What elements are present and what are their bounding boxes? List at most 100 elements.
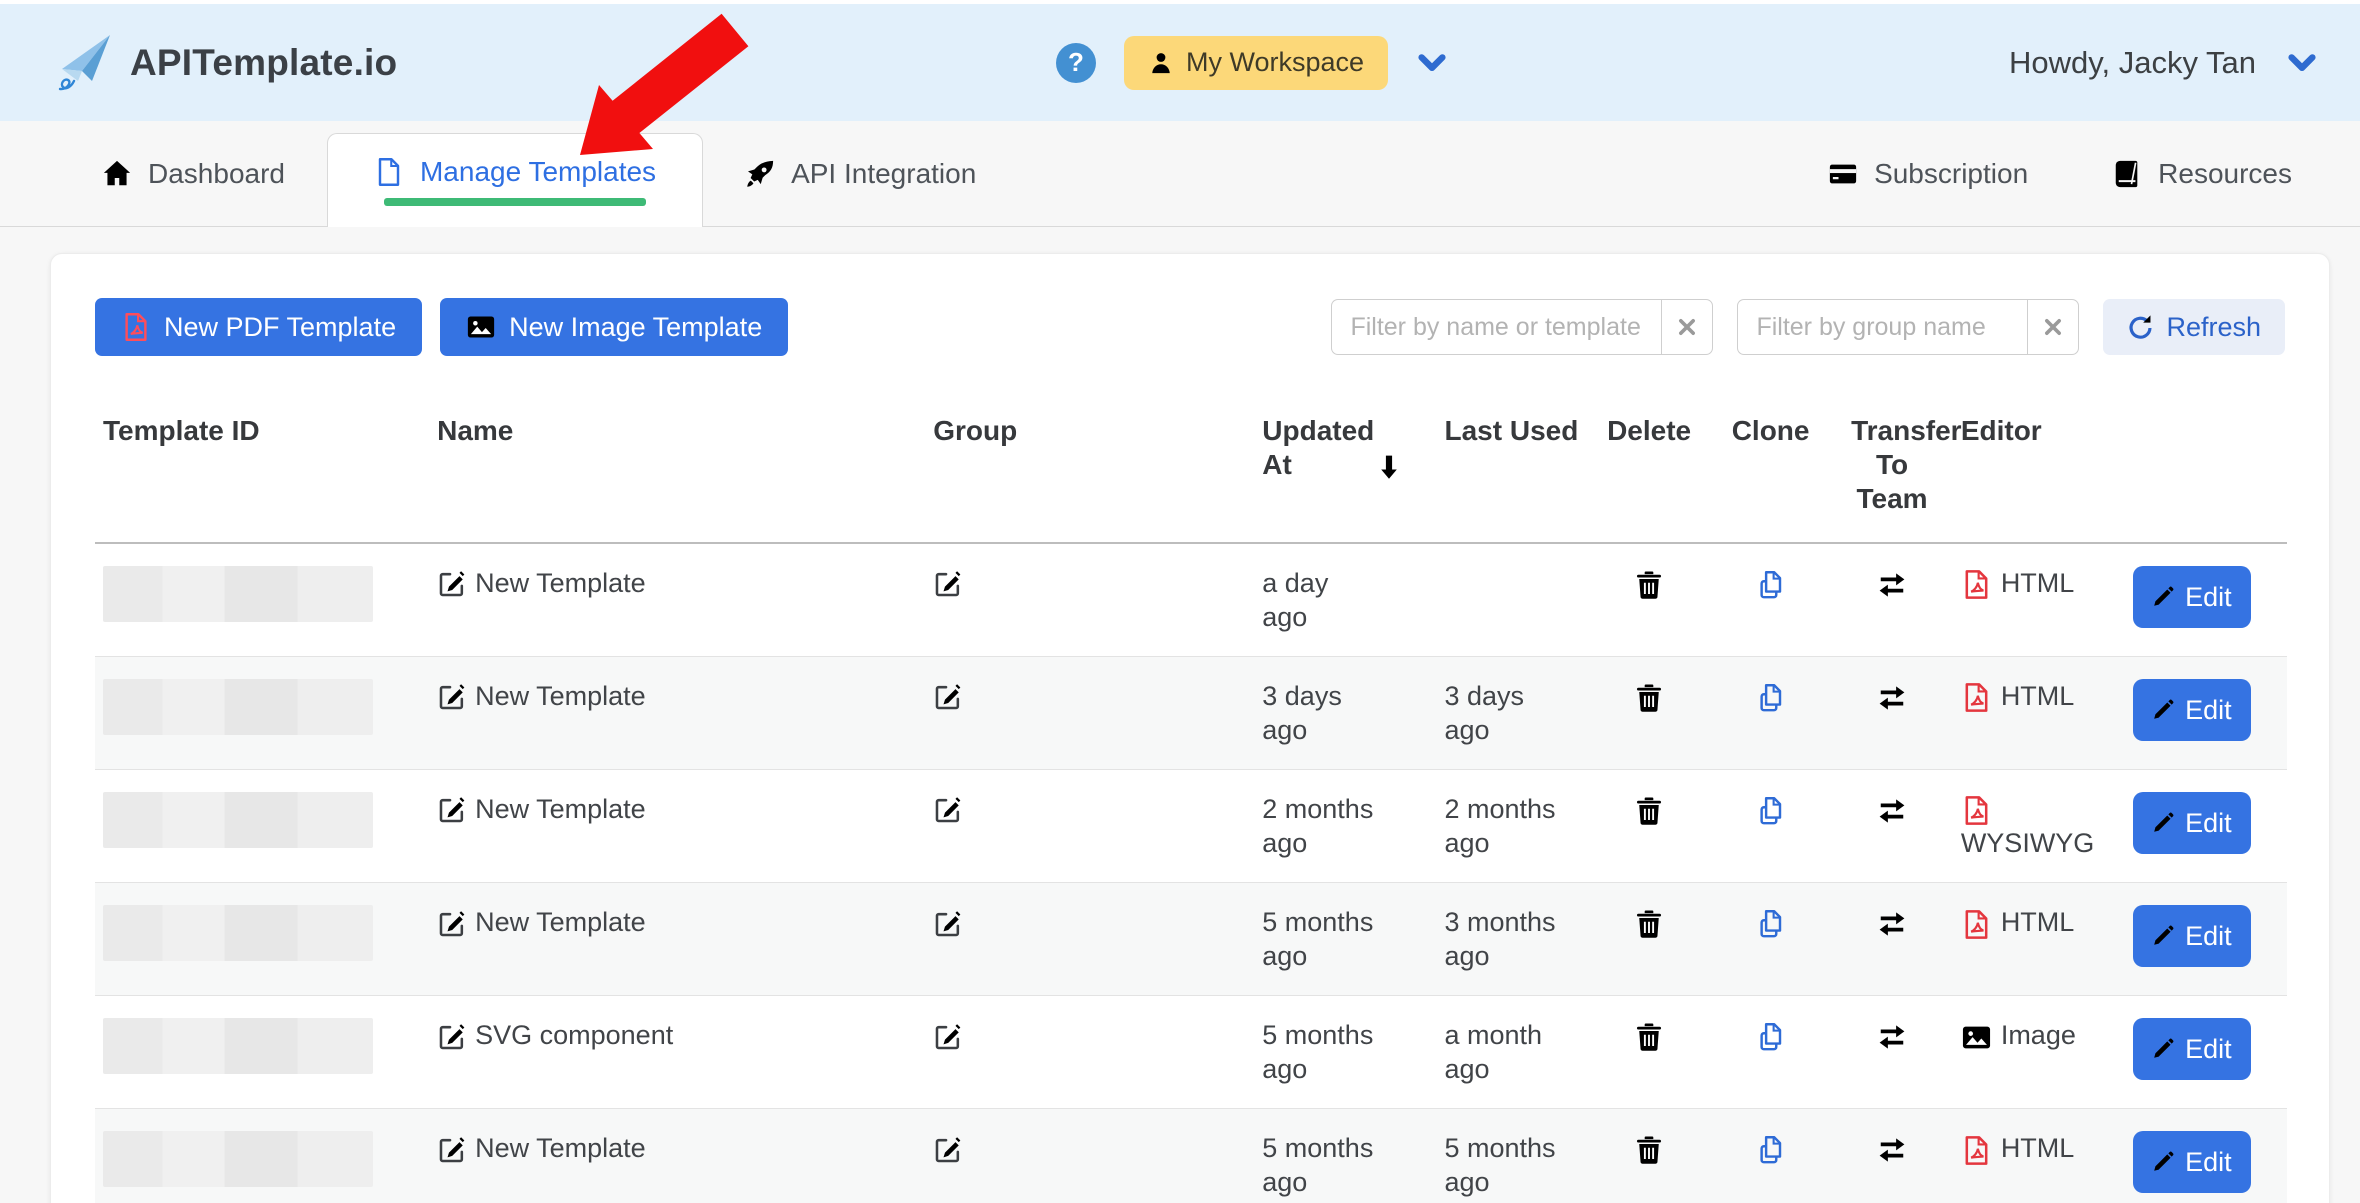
table-row: SVG component 5 months ago a month ago I… xyxy=(95,996,2287,1109)
edit-group-icon[interactable] xyxy=(933,683,962,712)
table-row: New Template 2 months ago 2 months ago W… xyxy=(95,770,2287,883)
person-icon xyxy=(1148,50,1174,76)
workspace-selector: ? My Workspace xyxy=(1056,4,1448,121)
col-name: Name xyxy=(429,400,925,543)
pencil-icon xyxy=(2152,812,2174,834)
home-icon xyxy=(102,159,132,189)
clone-icon[interactable] xyxy=(1756,570,1786,600)
image-icon xyxy=(466,312,496,342)
user-menu[interactable]: Howdy, Jacky Tan xyxy=(2009,4,2318,121)
clear-name-filter-button[interactable] xyxy=(1661,299,1713,355)
trash-icon[interactable] xyxy=(1634,570,1664,600)
trash-icon[interactable] xyxy=(1634,796,1664,826)
edit-button[interactable]: Edit xyxy=(2133,792,2251,854)
col-updated-at[interactable]: Updated At xyxy=(1254,400,1436,543)
updated-at: 5 months ago xyxy=(1262,1131,1380,1199)
edit-button[interactable]: Edit xyxy=(2133,905,2251,967)
transfer-icon[interactable] xyxy=(1877,909,1907,939)
template-name: New Template xyxy=(475,568,646,598)
table-row: New Template 5 months ago 5 months ago H… xyxy=(95,1109,2287,1203)
rocket-icon xyxy=(745,159,775,189)
trash-icon[interactable] xyxy=(1634,1022,1664,1052)
filter-group-input[interactable] xyxy=(1737,299,2027,355)
edit-button[interactable]: Edit xyxy=(2133,1131,2251,1193)
brand-name: APITemplate.io xyxy=(130,42,397,84)
editor-type: Image xyxy=(2001,1020,2076,1050)
edit-button[interactable]: Edit xyxy=(2133,1018,2251,1080)
rename-icon[interactable] xyxy=(437,1023,466,1052)
rename-icon[interactable] xyxy=(437,1136,466,1165)
template-name: New Template xyxy=(475,794,646,824)
transfer-icon[interactable] xyxy=(1877,796,1907,826)
edit-group-icon[interactable] xyxy=(933,796,962,825)
clone-icon[interactable] xyxy=(1756,1135,1786,1165)
updated-at: 2 months ago xyxy=(1262,792,1380,860)
table-row: New Template a day ago HTML Edit xyxy=(95,543,2287,657)
template-name: SVG component xyxy=(475,1020,673,1050)
pdf-file-icon xyxy=(1961,909,1992,940)
pencil-icon xyxy=(2152,699,2174,721)
editor-type: WYSIWYG xyxy=(1961,828,2095,858)
template-name: New Template xyxy=(475,681,646,711)
updated-at: 5 months ago xyxy=(1262,1018,1380,1086)
edit-group-icon[interactable] xyxy=(933,1023,962,1052)
edit-group-icon[interactable] xyxy=(933,1136,962,1165)
red-down-arrow-icon xyxy=(1376,454,1402,480)
edit-group-icon[interactable] xyxy=(933,570,962,599)
clear-group-filter-button[interactable] xyxy=(2027,299,2079,355)
new-pdf-template-button[interactable]: New PDF Template xyxy=(95,298,422,356)
transfer-icon[interactable] xyxy=(1877,1135,1907,1165)
transfer-icon[interactable] xyxy=(1877,570,1907,600)
tab-subscription[interactable]: Subscription xyxy=(1786,121,2070,226)
pencil-icon xyxy=(2152,1038,2174,1060)
edit-button[interactable]: Edit xyxy=(2133,566,2251,628)
tab-resources-label: Resources xyxy=(2158,158,2292,190)
workspace-chevron-down-icon[interactable] xyxy=(1416,47,1448,79)
edit-button[interactable]: Edit xyxy=(2133,679,2251,741)
trash-icon[interactable] xyxy=(1634,909,1664,939)
tab-api-integration[interactable]: API Integration xyxy=(703,121,1018,226)
rename-icon[interactable] xyxy=(437,910,466,939)
help-icon[interactable]: ? xyxy=(1056,43,1096,83)
last-used: a month ago xyxy=(1445,1018,1563,1086)
templates-table: Template ID Name Group Updated At Last U… xyxy=(95,400,2287,1203)
tab-resources[interactable]: Resources xyxy=(2070,121,2334,226)
pencil-icon xyxy=(2152,586,2174,608)
clone-icon[interactable] xyxy=(1756,683,1786,713)
editor-type: HTML xyxy=(2001,681,2075,711)
top-header: APITemplate.io ? My Workspace Howdy, Jac… xyxy=(0,0,2360,121)
pencil-icon xyxy=(2152,925,2174,947)
edit-group-icon[interactable] xyxy=(933,910,962,939)
filter-name-input[interactable] xyxy=(1331,299,1661,355)
trash-icon[interactable] xyxy=(1634,683,1664,713)
tab-dashboard-label: Dashboard xyxy=(148,158,285,190)
active-tab-indicator xyxy=(384,198,646,206)
book-icon xyxy=(2112,159,2142,189)
rename-icon[interactable] xyxy=(437,796,466,825)
file-icon xyxy=(374,157,404,187)
tab-manage-templates[interactable]: Manage Templates xyxy=(327,133,703,227)
new-image-template-label: New Image Template xyxy=(509,312,762,343)
template-name: New Template xyxy=(475,907,646,937)
rename-icon[interactable] xyxy=(437,570,466,599)
workspace-label: My Workspace xyxy=(1186,47,1364,78)
user-chevron-down-icon[interactable] xyxy=(2286,47,2318,79)
new-image-template-button[interactable]: New Image Template xyxy=(440,298,788,356)
workspace-badge[interactable]: My Workspace xyxy=(1124,36,1388,90)
tab-dashboard[interactable]: Dashboard xyxy=(60,121,327,226)
col-delete: Delete xyxy=(1588,400,1709,543)
clone-icon[interactable] xyxy=(1756,1022,1786,1052)
editor-type: HTML xyxy=(2001,568,2075,598)
transfer-icon[interactable] xyxy=(1877,683,1907,713)
pdf-file-icon xyxy=(1961,1135,1992,1166)
clone-icon[interactable] xyxy=(1756,796,1786,826)
trash-icon[interactable] xyxy=(1634,1135,1664,1165)
col-last-used: Last Used xyxy=(1437,400,1589,543)
col-group: Group xyxy=(925,400,1254,543)
clear-icon xyxy=(1676,316,1698,338)
transfer-icon[interactable] xyxy=(1877,1022,1907,1052)
rename-icon[interactable] xyxy=(437,683,466,712)
refresh-button[interactable]: Refresh xyxy=(2103,299,2285,355)
col-template-id: Template ID xyxy=(95,400,429,543)
clone-icon[interactable] xyxy=(1756,909,1786,939)
